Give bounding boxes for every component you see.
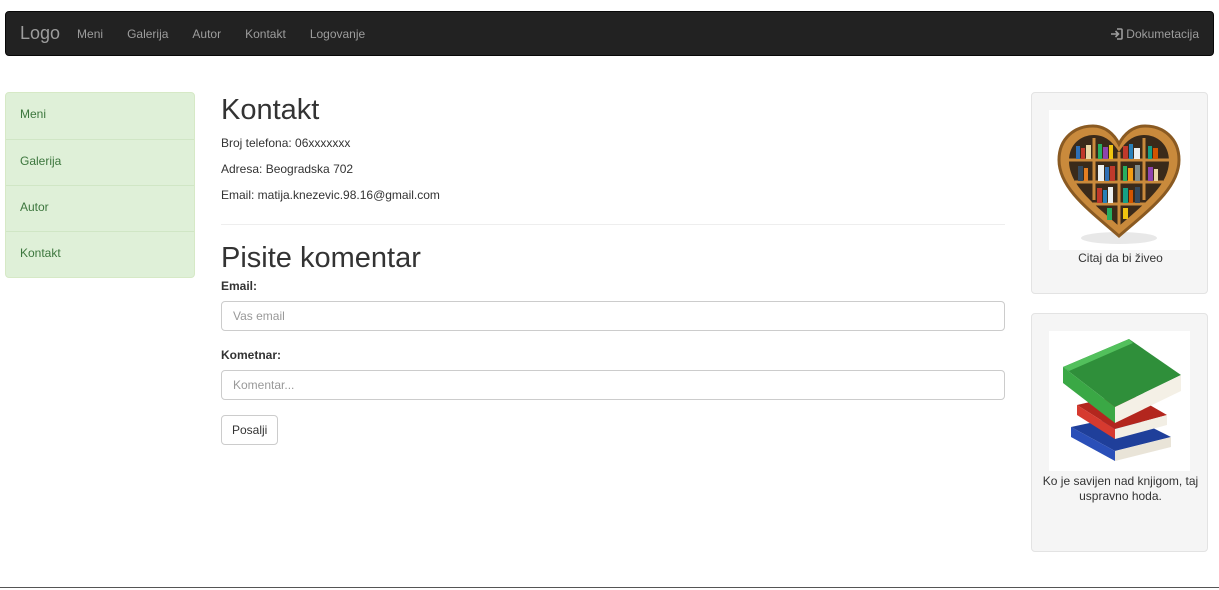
sidebar-item-autor[interactable]: Autor bbox=[6, 185, 194, 231]
heart-bookshelf-image bbox=[1049, 110, 1190, 250]
sidebar-item-kontakt[interactable]: Kontakt bbox=[6, 231, 194, 277]
comment-input[interactable] bbox=[221, 370, 1005, 400]
quote-panel-2: Ko je savijen nad knjigom, taj uspravno … bbox=[1031, 313, 1208, 552]
quote-caption-1: Citaj da bi živeo bbox=[1078, 251, 1163, 265]
book-stack-image bbox=[1049, 331, 1190, 471]
brand-logo[interactable]: Logo bbox=[20, 23, 60, 44]
quote-caption-2: Ko je savijen nad knjigom, taj uspravno … bbox=[1042, 474, 1199, 503]
main-content: Kontakt Broj telefona: 06xxxxxxx Adresa:… bbox=[221, 92, 1005, 445]
nav-item-kontakt[interactable]: Kontakt bbox=[245, 27, 286, 41]
sidebar-item-galerija[interactable]: Galerija bbox=[6, 139, 194, 185]
footer-divider bbox=[0, 587, 1219, 588]
documentation-label: Dokumetacija bbox=[1126, 26, 1199, 41]
quote-panel-1: Citaj da bi živeo bbox=[1031, 92, 1208, 294]
documentation-link[interactable]: Dokumetacija bbox=[1110, 12, 1199, 55]
nav-item-meni[interactable]: Meni bbox=[77, 27, 103, 41]
sidebar-menu: Meni Galerija Autor Kontakt bbox=[5, 92, 195, 278]
section-divider bbox=[221, 224, 1005, 225]
email-input[interactable] bbox=[221, 301, 1005, 331]
nav-item-autor[interactable]: Autor bbox=[192, 27, 221, 41]
nav-item-galerija[interactable]: Galerija bbox=[127, 27, 168, 41]
phone-text: Broj telefona: 06xxxxxxx bbox=[221, 136, 351, 150]
address-text: Adresa: Beogradska 702 bbox=[221, 162, 354, 176]
submit-button[interactable]: Posalji bbox=[221, 415, 279, 445]
page-title: Kontakt bbox=[221, 94, 320, 126]
comment-section-title: Pisite komentar bbox=[221, 242, 421, 274]
comment-label: Kometnar: bbox=[221, 348, 282, 362]
nav-item-logovanje[interactable]: Logovanje bbox=[310, 27, 365, 41]
top-navbar: Logo Meni Galerija Autor Kontakt Logovan… bbox=[5, 11, 1214, 56]
sidebar-item-meni[interactable]: Meni bbox=[6, 93, 194, 139]
email-label: Email: bbox=[221, 279, 258, 293]
login-icon bbox=[1111, 27, 1124, 40]
email-text: Email: matija.knezevic.98.16@gmail.com bbox=[221, 188, 440, 202]
